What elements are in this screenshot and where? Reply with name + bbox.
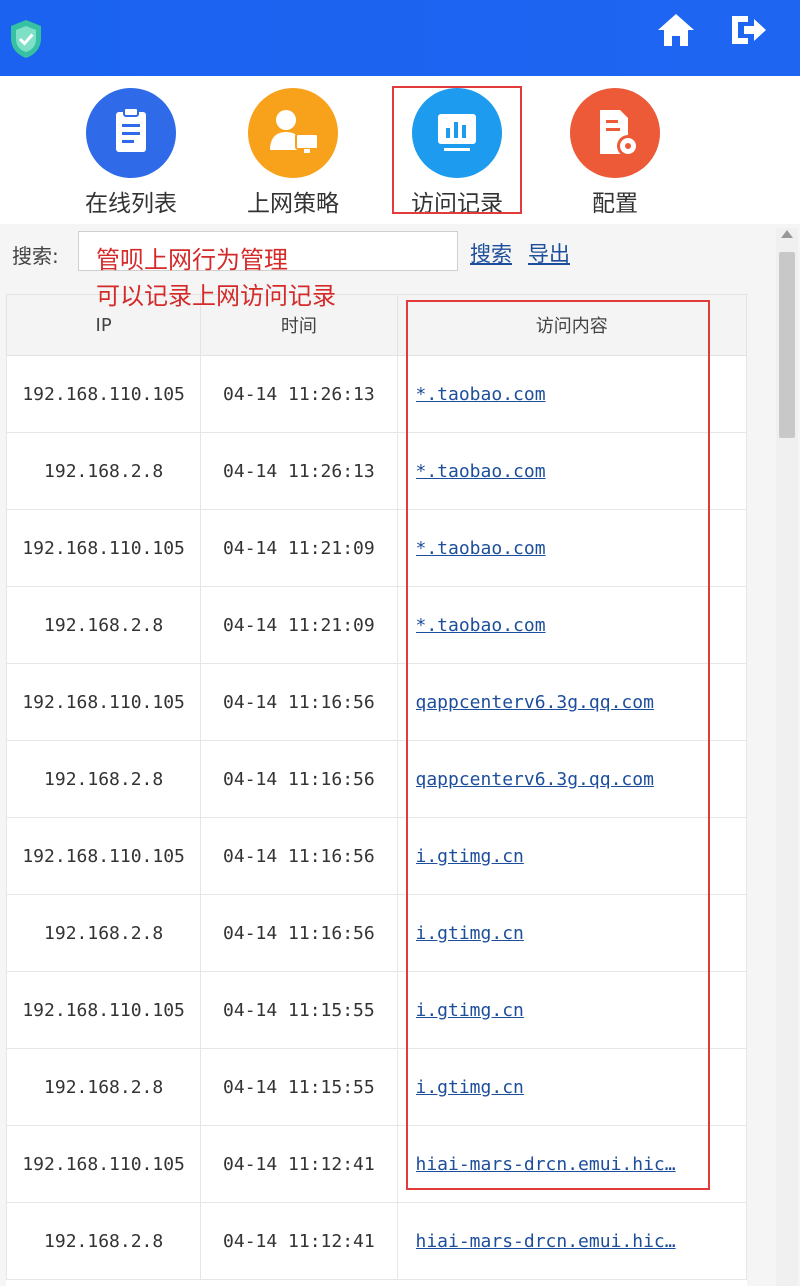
cell-ip: 192.168.2.8 <box>6 1202 202 1280</box>
cell-time: 04-14 11:26:13 <box>200 355 398 433</box>
cell-ip: 192.168.110.105 <box>6 971 202 1049</box>
cell-ip: 192.168.110.105 <box>6 1125 202 1203</box>
content-link[interactable]: *.taobao.com <box>416 538 686 559</box>
cell-ip: 192.168.110.105 <box>6 355 202 433</box>
header-content: 访问内容 <box>396 294 747 356</box>
top-bar <box>0 0 800 76</box>
file-gear-icon <box>570 88 660 178</box>
cell-time: 04-14 11:15:55 <box>200 971 398 1049</box>
cell-content: i.gtimg.cn <box>396 1048 747 1126</box>
cell-ip: 192.168.2.8 <box>6 586 202 664</box>
home-button[interactable] <box>654 10 698 50</box>
annotation-line-2: 可以记录上网访问记录 <box>96 282 336 310</box>
cell-time: 04-14 11:21:09 <box>200 509 398 587</box>
scroll-up-arrow-icon[interactable] <box>781 230 793 238</box>
content-link[interactable]: i.gtimg.cn <box>416 1000 686 1021</box>
cell-time: 04-14 11:12:41 <box>200 1202 398 1280</box>
content-link[interactable]: i.gtimg.cn <box>416 1077 686 1098</box>
logout-button[interactable] <box>726 10 770 50</box>
search-label: 搜索: <box>12 244 59 268</box>
cell-ip: 192.168.2.8 <box>6 432 202 510</box>
content-link[interactable]: i.gtimg.cn <box>416 846 686 867</box>
cell-time: 04-14 11:16:56 <box>200 894 398 972</box>
table-row: 192.168.110.105 04-14 11:21:09 *.taobao.… <box>6 509 747 587</box>
home-icon <box>658 14 694 46</box>
content-link[interactable]: i.gtimg.cn <box>416 923 686 944</box>
cell-time: 04-14 11:15:55 <box>200 1048 398 1126</box>
cell-content: *.taobao.com <box>396 432 747 510</box>
nav-highlight-box <box>392 86 522 214</box>
cell-content: *.taobao.com <box>396 509 747 587</box>
nav-label-policy: 上网策略 <box>247 191 339 217</box>
clipboard-icon <box>86 88 176 178</box>
content-link[interactable]: hiai-mars-drcn.emui.hic… <box>416 1154 686 1175</box>
cell-time: 04-14 11:12:41 <box>200 1125 398 1203</box>
access-log-table: IP 时间 访问内容 192.168.110.105 04-14 11:26:1… <box>6 294 747 1286</box>
annotation-line-1: 管呗上网行为管理 <box>96 246 288 274</box>
table-row: 192.168.2.8 04-14 11:26:13 *.taobao.com <box>6 432 747 510</box>
content-link[interactable]: *.taobao.com <box>416 615 686 636</box>
nav-label-config: 配置 <box>592 191 638 217</box>
cell-content: hiai-mars-drcn.emui.hic… <box>396 1125 747 1203</box>
user-monitor-icon <box>248 88 338 178</box>
content-link[interactable]: hiai-mars-drcn.emui.hic… <box>416 1231 686 1252</box>
nav-label-online-list: 在线列表 <box>85 191 177 217</box>
table-row: 192.168.2.8 04-14 11:16:56 i.gtimg.cn <box>6 894 747 972</box>
cell-time: 04-14 11:16:56 <box>200 817 398 895</box>
table-row: 192.168.110.105 04-14 11:15:55 i.gtimg.c… <box>6 971 747 1049</box>
content-link[interactable]: *.taobao.com <box>416 384 686 405</box>
table-row: 192.168.110.105 04-14 11:26:13 *.taobao.… <box>6 355 747 433</box>
table-row: 192.168.2.8 04-14 11:16:56 qappcenterv6.… <box>6 740 747 818</box>
cell-content: *.taobao.com <box>396 355 747 433</box>
table-row: 192.168.110.105 04-14 11:16:56 i.gtimg.c… <box>6 817 747 895</box>
vertical-scrollbar[interactable] <box>776 228 798 1286</box>
cell-content: i.gtimg.cn <box>396 817 747 895</box>
export-button[interactable]: 导出 <box>528 238 570 268</box>
cell-content: i.gtimg.cn <box>396 971 747 1049</box>
cell-content: hiai-mars-drcn.emui.hic… <box>396 1202 747 1280</box>
cell-content: qappcenterv6.3g.qq.com <box>396 740 747 818</box>
table-row: 192.168.2.8 04-14 11:21:09 *.taobao.com <box>6 586 747 664</box>
table-row: 192.168.110.105 04-14 11:12:41 hiai-mars… <box>6 1125 747 1203</box>
table-row: 192.168.2.8 04-14 11:12:41 hiai-mars-drc… <box>6 1202 747 1280</box>
table-row: 192.168.110.105 04-14 11:16:56 qappcente… <box>6 663 747 741</box>
nav-config[interactable]: 配置 <box>550 84 680 217</box>
scroll-thumb[interactable] <box>779 252 795 438</box>
cell-ip: 192.168.110.105 <box>6 817 202 895</box>
cell-time: 04-14 11:16:56 <box>200 663 398 741</box>
nav-online-list[interactable]: 在线列表 <box>66 84 196 217</box>
shield-logo-icon <box>11 20 41 58</box>
cell-ip: 192.168.2.8 <box>6 894 202 972</box>
logout-icon <box>732 16 766 44</box>
cell-ip: 192.168.2.8 <box>6 740 202 818</box>
content-link[interactable]: qappcenterv6.3g.qq.com <box>416 692 686 713</box>
table-row: 192.168.2.8 04-14 11:15:55 i.gtimg.cn <box>6 1048 747 1126</box>
content-link[interactable]: qappcenterv6.3g.qq.com <box>416 769 686 790</box>
cell-content: qappcenterv6.3g.qq.com <box>396 663 747 741</box>
cell-time: 04-14 11:21:09 <box>200 586 398 664</box>
cell-ip: 192.168.2.8 <box>6 1048 202 1126</box>
cell-content: i.gtimg.cn <box>396 894 747 972</box>
content-link[interactable]: *.taobao.com <box>416 461 686 482</box>
cell-time: 04-14 11:16:56 <box>200 740 398 818</box>
cell-ip: 192.168.110.105 <box>6 663 202 741</box>
nav-policy[interactable]: 上网策略 <box>228 84 358 217</box>
cell-time: 04-14 11:26:13 <box>200 432 398 510</box>
search-button[interactable]: 搜索 <box>470 238 512 268</box>
cell-ip: 192.168.110.105 <box>6 509 202 587</box>
cell-content: *.taobao.com <box>396 586 747 664</box>
